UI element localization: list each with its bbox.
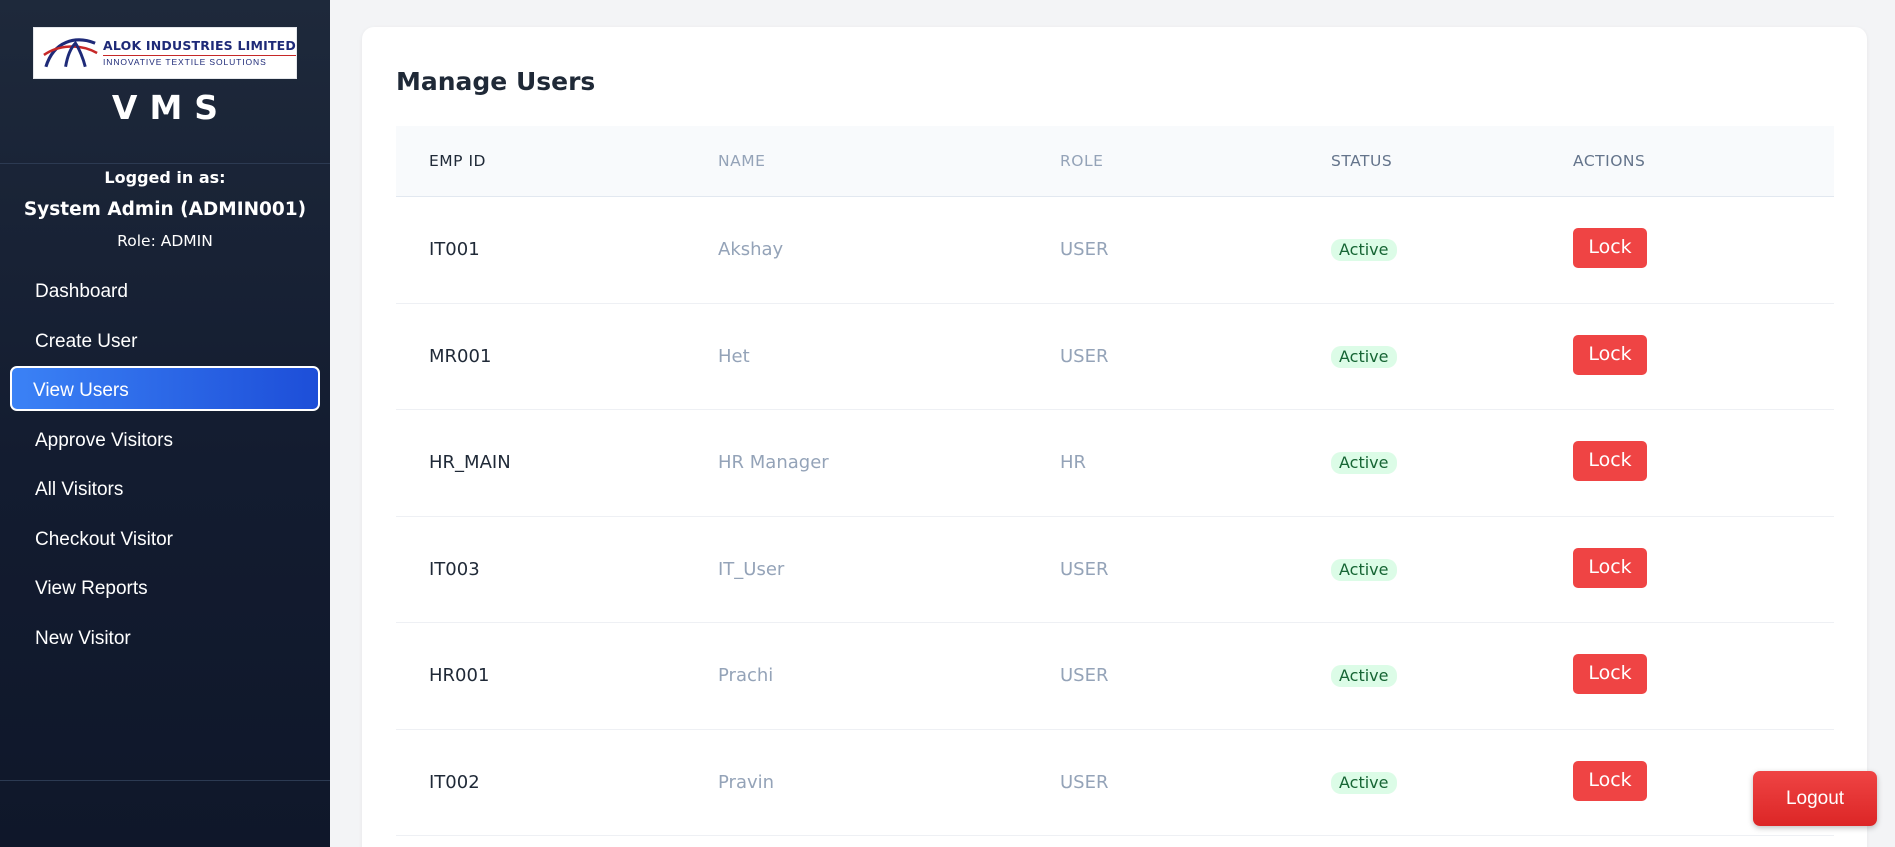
sidebar-footer-divider (0, 780, 330, 781)
column-header-name: NAME (718, 152, 766, 170)
column-header-status: STATUS (1331, 152, 1393, 170)
lock-button[interactable]: Lock (1573, 334, 1647, 375)
emp-id-cell: MR001 (429, 345, 492, 367)
manage-users-card: Manage Users EMP ID NAME ROLE STATUS ACT… (362, 27, 1867, 847)
sidebar-nav: Dashboard Create User View Users Approve… (0, 267, 330, 663)
role-cell: USER (1060, 345, 1109, 367)
nav-item-checkout-visitor[interactable]: Checkout Visitor (10, 515, 320, 560)
status-badge: Active (1331, 345, 1397, 368)
role-cell: USER (1060, 558, 1109, 580)
lock-button[interactable]: Lock (1573, 228, 1647, 268)
lock-button[interactable]: Lock (1573, 654, 1647, 694)
table-row: IT001 Akshay USER Active Lock (396, 197, 1834, 304)
name-cell: IT_User (718, 558, 785, 580)
emp-id-cell: IT001 (429, 239, 480, 260)
status-badge: Active (1331, 558, 1397, 581)
emp-id-cell: HR001 (429, 665, 490, 686)
column-header-role: ROLE (1060, 152, 1104, 170)
emp-id-cell: IT002 (429, 771, 480, 793)
lock-button[interactable]: Lock (1573, 760, 1647, 801)
company-name: ALOK INDUSTRIES LIMITED (103, 37, 296, 53)
sidebar-divider (0, 163, 330, 164)
lock-button[interactable]: Lock (1573, 547, 1647, 588)
name-cell: HR Manager (718, 452, 829, 473)
sidebar: ALOK INDUSTRIES LIMITED INNOVATIVE TEXTI… (0, 0, 330, 847)
column-header-actions: ACTIONS (1573, 152, 1646, 170)
nav-item-create-user[interactable]: Create User (10, 317, 320, 362)
company-tagline: INNOVATIVE TEXTILE SOLUTIONS (103, 55, 296, 67)
name-cell: Pravin (718, 771, 775, 793)
logo-arc-icon (43, 38, 98, 68)
nav-item-dashboard[interactable]: Dashboard (10, 267, 320, 312)
lock-button[interactable]: Lock (1573, 441, 1647, 481)
company-logo: ALOK INDUSTRIES LIMITED INNOVATIVE TEXTI… (33, 27, 297, 79)
session-info: Logged in as: System Admin (ADMIN001) Ro… (0, 168, 330, 250)
name-cell: Akshay (718, 239, 784, 260)
table-row: HR001 Prachi USER Active Lock (396, 623, 1834, 730)
emp-id-cell: HR_MAIN (429, 452, 511, 473)
table-row: MR001 Het USER Active Lock (396, 304, 1834, 410)
table-row: IT003 IT_User USER Active Lock (396, 517, 1834, 623)
name-cell: Prachi (718, 665, 774, 686)
role-cell: USER (1060, 771, 1109, 793)
role-cell: HR (1060, 452, 1087, 473)
emp-id-cell: IT003 (429, 558, 480, 580)
role-cell: USER (1060, 665, 1109, 686)
app-title: VMS (111, 88, 231, 127)
logged-in-user: System Admin (ADMIN001) (23, 199, 307, 220)
logged-in-role: Role: ADMIN (117, 232, 213, 250)
status-badge: Active (1331, 771, 1397, 794)
logged-in-label: Logged in as: (104, 168, 226, 187)
nav-item-all-visitors[interactable]: All Visitors (10, 465, 320, 510)
nav-item-new-visitor[interactable]: New Visitor (10, 614, 320, 659)
status-badge: Active (1331, 665, 1397, 687)
status-badge: Active (1331, 452, 1397, 474)
table-row: IT002 Pravin USER Active Lock (396, 730, 1834, 836)
table-header: EMP ID NAME ROLE STATUS ACTIONS (396, 126, 1834, 197)
logout-button[interactable]: Logout (1753, 771, 1877, 826)
nav-item-approve-visitors[interactable]: Approve Visitors (10, 416, 320, 461)
name-cell: Het (718, 345, 750, 367)
table-row: HR_MAIN HR Manager HR Active Lock (396, 410, 1834, 517)
nav-item-view-users[interactable]: View Users (10, 366, 320, 411)
page-title: Manage Users (396, 67, 596, 96)
column-header-emp-id: EMP ID (429, 152, 486, 170)
role-cell: USER (1060, 239, 1109, 260)
nav-item-view-reports[interactable]: View Reports (10, 564, 320, 609)
status-badge: Active (1331, 239, 1397, 261)
users-table: EMP ID NAME ROLE STATUS ACTIONS IT001 Ak… (396, 126, 1834, 836)
